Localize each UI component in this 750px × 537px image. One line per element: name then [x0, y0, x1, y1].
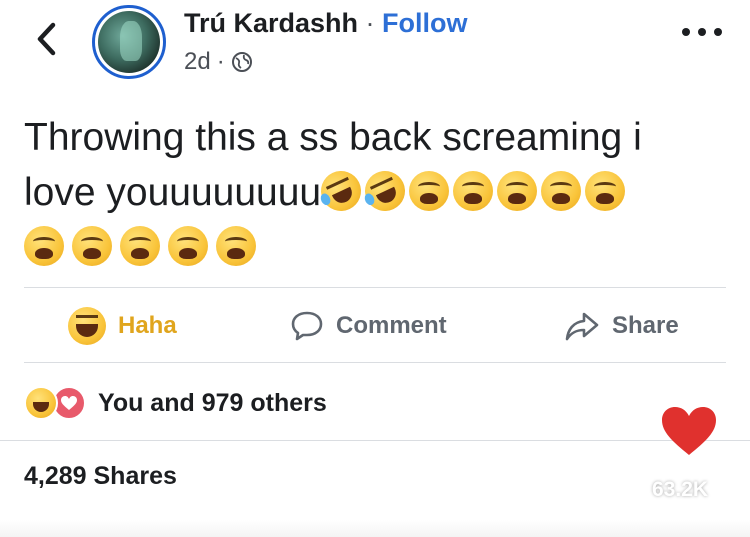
weary-emoji-icon: [497, 171, 538, 211]
divider-middle: [24, 362, 726, 363]
chevron-left-icon: [37, 22, 56, 56]
name-separator: ·: [358, 8, 383, 38]
weary-emoji-icon: [72, 226, 112, 266]
back-button[interactable]: [28, 18, 64, 60]
haha-label: Haha: [118, 312, 177, 339]
weary-emoji-icon: [24, 226, 64, 266]
comment-label: Comment: [336, 312, 447, 339]
author-name[interactable]: Trú Kardashh: [184, 8, 358, 38]
share-button[interactable]: Share: [564, 292, 679, 360]
weary-emoji-icon: [120, 226, 160, 266]
like-count: 63.2K: [652, 478, 709, 501]
rofl-emoji-icon: [314, 164, 368, 218]
weary-emoji-icon: [409, 171, 450, 211]
bottom-edge: [0, 520, 750, 537]
haha-reaction-icon: [68, 307, 106, 345]
comment-bubble-icon: [291, 311, 323, 341]
weary-emoji-icon: [541, 171, 582, 211]
haha-button[interactable]: Haha: [68, 292, 177, 360]
more-dot: [714, 28, 722, 36]
emoji-row-1: [314, 164, 626, 218]
weary-emoji-icon: [168, 226, 208, 266]
post-body: Throwing this a ss back screaming i love…: [24, 110, 724, 266]
post-text-line-2-wrap: love youuuuuuuu: [24, 164, 724, 220]
reactions-summary[interactable]: You and 979 others: [24, 383, 327, 423]
weary-emoji-icon: [216, 226, 256, 266]
post-header: Trú Kardashh · Follow 2d ·: [0, 0, 750, 90]
more-dot: [682, 28, 690, 36]
tear-icon: [363, 191, 377, 207]
more-options-button[interactable]: [682, 22, 722, 42]
reaction-icons: [24, 386, 86, 420]
rofl-emoji-icon: [358, 164, 412, 218]
post-timestamp[interactable]: 2d: [184, 48, 211, 76]
emoji-row-2: [24, 226, 724, 266]
heart-icon: [662, 407, 716, 455]
avatar[interactable]: [92, 5, 166, 79]
haha-reaction-icon: [24, 386, 58, 420]
tear-icon: [319, 191, 333, 207]
like-heart-button[interactable]: [660, 405, 718, 457]
follow-button[interactable]: Follow: [382, 8, 467, 38]
divider-bottom: [0, 440, 750, 441]
reactions-count-text: You and 979 others: [98, 388, 327, 417]
more-dot: [698, 28, 706, 36]
action-bar: Haha Comment Share: [24, 292, 726, 360]
shares-count[interactable]: 4,289 Shares: [24, 462, 177, 491]
divider-top: [24, 287, 726, 288]
post-text-line-1: Throwing this a ss back screaming i: [24, 116, 642, 159]
author-line: Trú Kardashh · Follow: [184, 8, 468, 39]
share-arrow-icon: [565, 312, 599, 341]
globe-icon: [231, 51, 253, 73]
post-text-line-2: love youuuuuuuu: [24, 171, 322, 214]
meta-separator: ·: [216, 48, 225, 75]
weary-emoji-icon: [453, 171, 494, 211]
comment-button[interactable]: Comment: [290, 292, 447, 360]
post-meta: 2d ·: [184, 48, 253, 76]
share-label: Share: [612, 312, 679, 339]
avatar-image: [98, 11, 160, 73]
weary-emoji-icon: [585, 171, 626, 211]
